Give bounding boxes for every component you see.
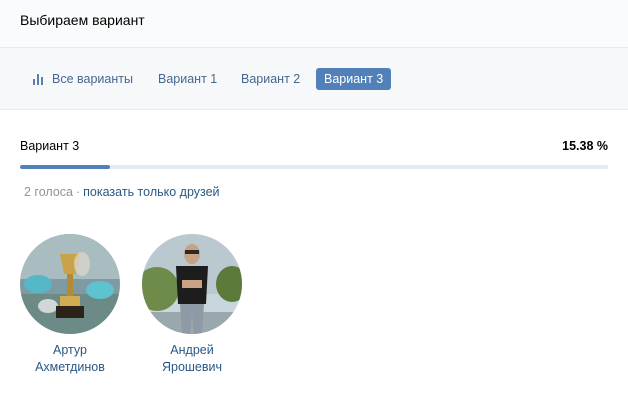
poll-header: Выбираем вариант — [0, 0, 628, 48]
tab-all-variants-label: Все варианты — [52, 72, 133, 86]
voter-last-name: Ахметдинов — [35, 360, 105, 374]
voter-first-name: Артур — [53, 343, 87, 357]
show-friends-only-link[interactable]: показать только друзей — [83, 185, 219, 199]
vote-progress-bar — [20, 165, 608, 169]
voter-first-name: Андрей — [170, 343, 214, 357]
voter-card: Артур Ахметдинов — [10, 234, 130, 376]
tab-all-variants[interactable]: Все варианты — [33, 68, 133, 90]
tab-variant-2[interactable]: Вариант 2 — [241, 68, 300, 90]
tab-variant-3[interactable]: Вариант 3 — [316, 68, 392, 90]
poll-title: Выбираем вариант — [20, 12, 145, 28]
voter-card: Андрей Ярошевич — [132, 234, 252, 376]
vote-progress-fill — [20, 165, 111, 169]
voter-name[interactable]: Артур Ахметдинов — [10, 342, 130, 376]
votes-separator: · — [75, 185, 81, 199]
variant-tabs: Все варианты Вариант 1 Вариант 2 Вариант… — [0, 48, 628, 110]
voter-avatar[interactable] — [20, 234, 120, 334]
voter-name[interactable]: Андрей Ярошевич — [132, 342, 252, 376]
tab-variant-1[interactable]: Вариант 1 — [158, 68, 217, 90]
votes-info: 2 голоса · показать только друзей — [24, 185, 220, 199]
bar-chart-icon — [33, 73, 45, 85]
voter-avatar[interactable] — [142, 234, 242, 334]
votes-count: 2 голоса — [24, 185, 73, 199]
variant-percent: 15.38 % — [562, 139, 608, 153]
voter-last-name: Ярошевич — [161, 360, 223, 374]
variant-label: Вариант 3 — [20, 139, 80, 153]
